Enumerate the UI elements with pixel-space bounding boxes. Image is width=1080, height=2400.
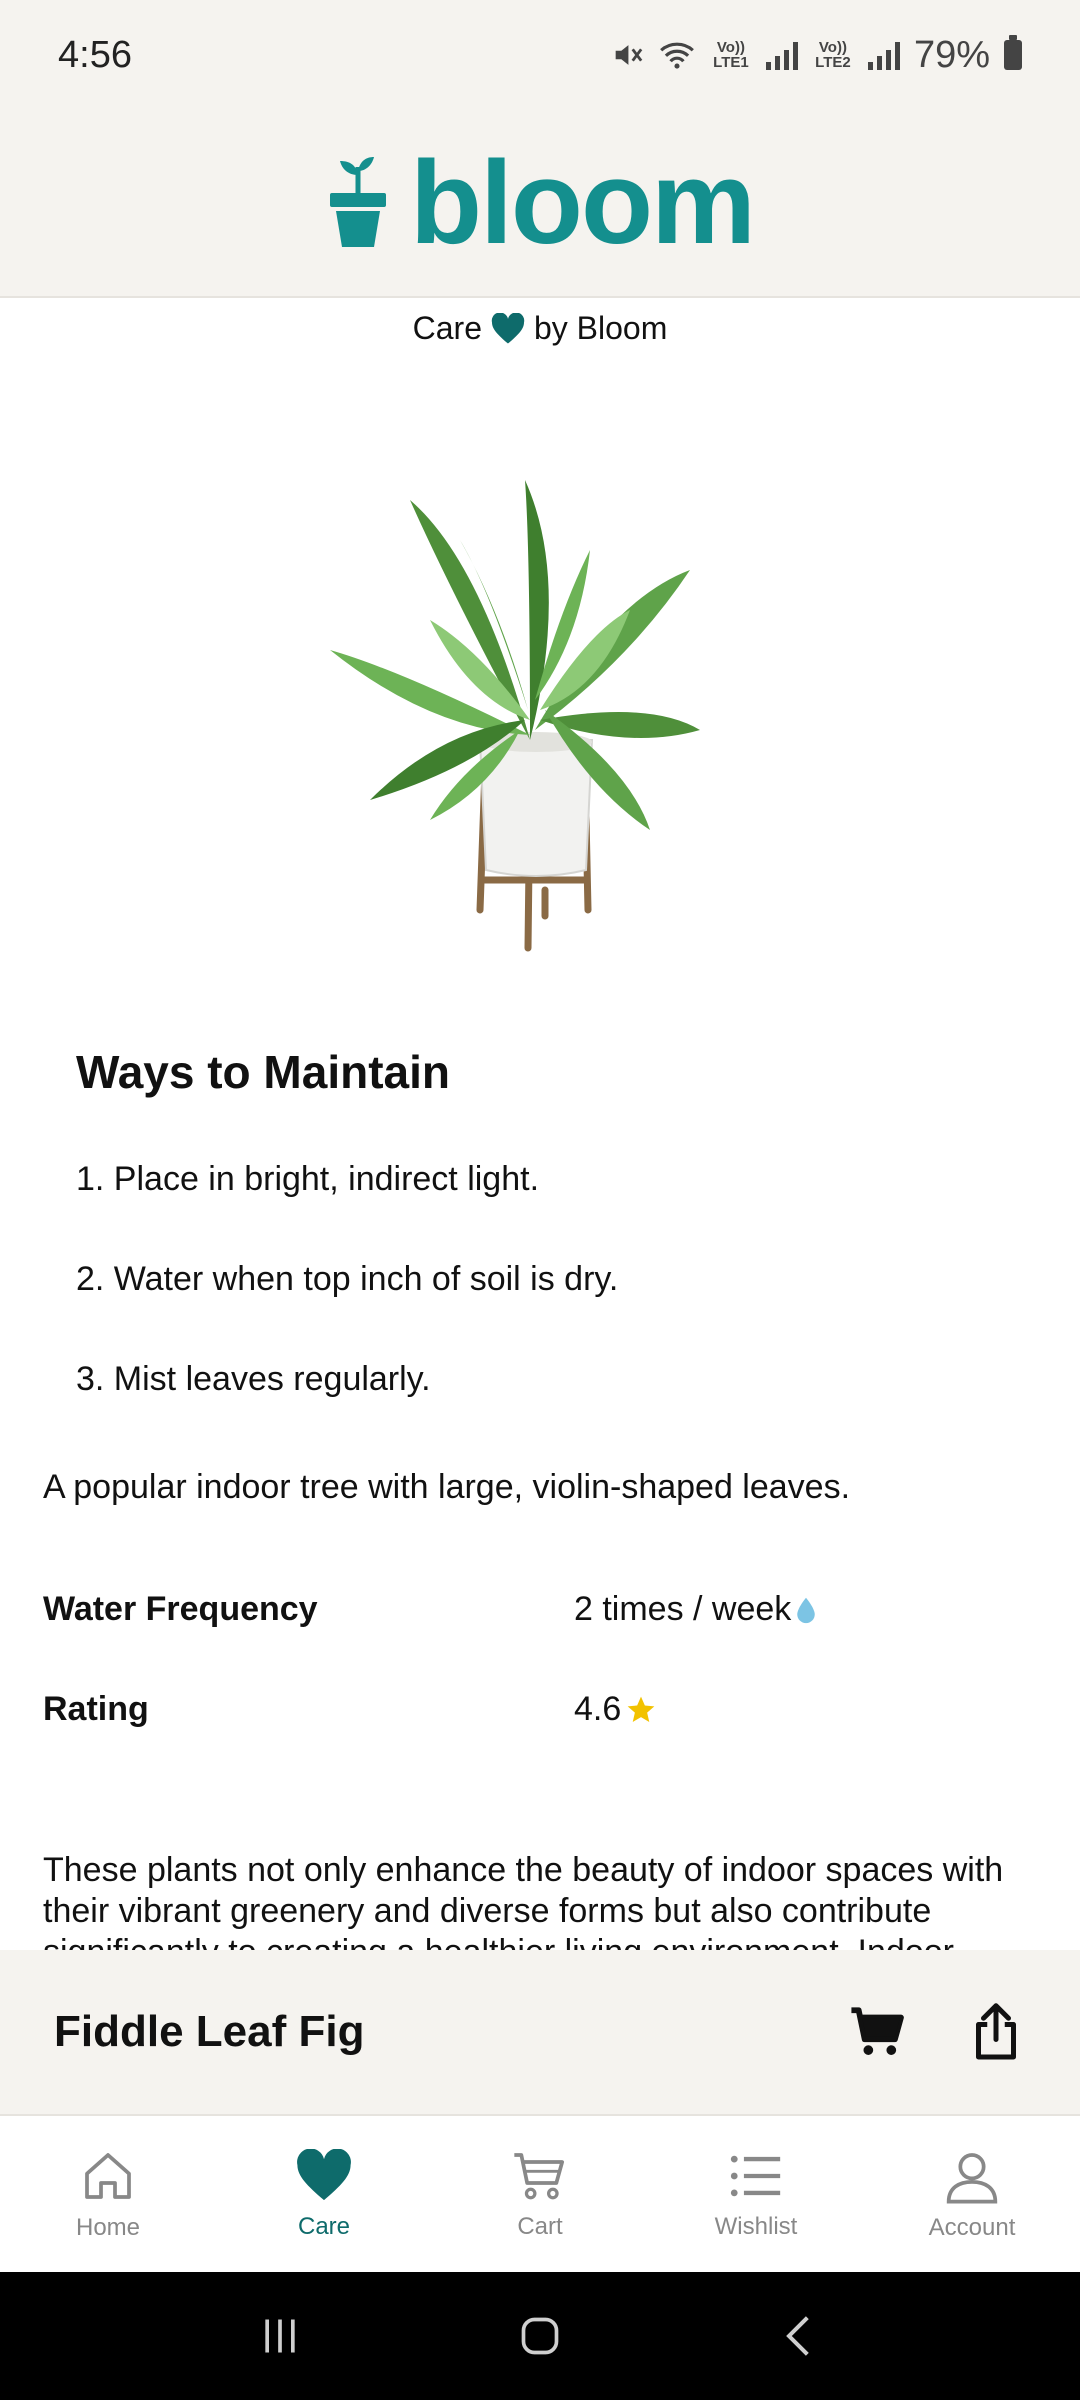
- nav-item-wishlist[interactable]: Wishlist: [681, 2149, 831, 2241]
- home-button-icon[interactable]: [518, 2314, 562, 2358]
- bloom-logo: bloom: [326, 137, 756, 269]
- logo-text: bloom: [410, 137, 756, 269]
- home-icon: [85, 2153, 131, 2199]
- back-icon[interactable]: [778, 2314, 822, 2358]
- plant-long-description: These plants not only enhance the beauty…: [43, 1851, 1004, 1950]
- heart-icon: [297, 2149, 351, 2201]
- tagline: Care by Bloom: [0, 310, 1080, 347]
- list-icon: [730, 2155, 781, 2197]
- nav-label-home: Home: [75, 2214, 141, 2241]
- product-actions: [848, 2002, 1026, 2062]
- water-frequency-label: Water Frequency: [43, 1590, 318, 1628]
- signal-icon: [765, 40, 798, 70]
- nav-item-care[interactable]: Care: [249, 2149, 399, 2241]
- water-frequency-text: 2 times / week: [574, 1590, 792, 1628]
- nav-label-wishlist: Wishlist: [714, 2213, 798, 2240]
- tagline-suffix: by Bloom: [533, 310, 668, 346]
- add-to-cart-button[interactable]: [848, 2002, 908, 2062]
- product-name: Fiddle Leaf Fig: [54, 2007, 365, 2056]
- cart-icon: [514, 2153, 565, 2200]
- share-button[interactable]: [966, 2002, 1026, 2062]
- plant-image: [330, 480, 700, 952]
- nav-label-care: Care: [297, 2213, 351, 2240]
- bottom-nav: Home Care Cart Wishlist Account: [0, 2118, 1080, 2272]
- status-time: 4:56: [58, 33, 132, 76]
- nav-item-account[interactable]: Account: [897, 2148, 1047, 2242]
- sim2-label: Vo)) LTE2: [815, 39, 851, 71]
- heart-icon: [491, 312, 525, 344]
- section-title: Ways to Maintain: [76, 1046, 450, 1098]
- product-bar: Fiddle Leaf Fig: [0, 1950, 1080, 2116]
- rating-value: 4.6: [574, 1690, 657, 1729]
- water-frequency-value: 2 times / week: [574, 1590, 817, 1629]
- mute-icon: [615, 45, 643, 65]
- battery-icon: [1004, 35, 1022, 70]
- care-tip: 1. Place in bright, indirect light.: [76, 1160, 540, 1198]
- nav-item-cart[interactable]: Cart: [465, 2149, 615, 2241]
- water-drop-icon: [797, 1597, 816, 1623]
- recent-apps-icon[interactable]: [258, 2314, 302, 2358]
- nav-label-cart: Cart: [517, 2213, 563, 2240]
- rating-label: Rating: [43, 1690, 149, 1728]
- user-icon: [946, 2153, 998, 2204]
- signal-icon: [867, 40, 900, 70]
- care-tip: 2. Water when top inch of soil is dry.: [76, 1260, 619, 1298]
- cart-icon: [851, 2007, 904, 2055]
- app-header: bloom: [0, 110, 1080, 298]
- system-nav-bar: [0, 2272, 1080, 2400]
- status-icons: Vo)) LTE1 Vo)) LTE2 79%: [610, 34, 1022, 77]
- plant-description: A popular indoor tree with large, violin…: [43, 1468, 851, 1506]
- sim1-label: Vo)) LTE1: [713, 39, 749, 71]
- care-tip: 3. Mist leaves regularly.: [76, 1360, 431, 1398]
- status-bar: 4:56 Vo)) LTE1 Vo)) LTE2 79%: [0, 0, 1080, 110]
- nav-item-home[interactable]: Home: [33, 2148, 183, 2242]
- plant-pot-logo-icon: [330, 157, 387, 247]
- rating-text: 4.6: [574, 1690, 622, 1728]
- nav-label-account: Account: [928, 2214, 1016, 2241]
- battery-percent: 79%: [913, 33, 990, 76]
- star-icon: [627, 1696, 655, 1722]
- share-icon: [976, 2003, 1016, 2060]
- wifi-icon: [660, 42, 694, 69]
- tagline-prefix: Care: [412, 310, 482, 346]
